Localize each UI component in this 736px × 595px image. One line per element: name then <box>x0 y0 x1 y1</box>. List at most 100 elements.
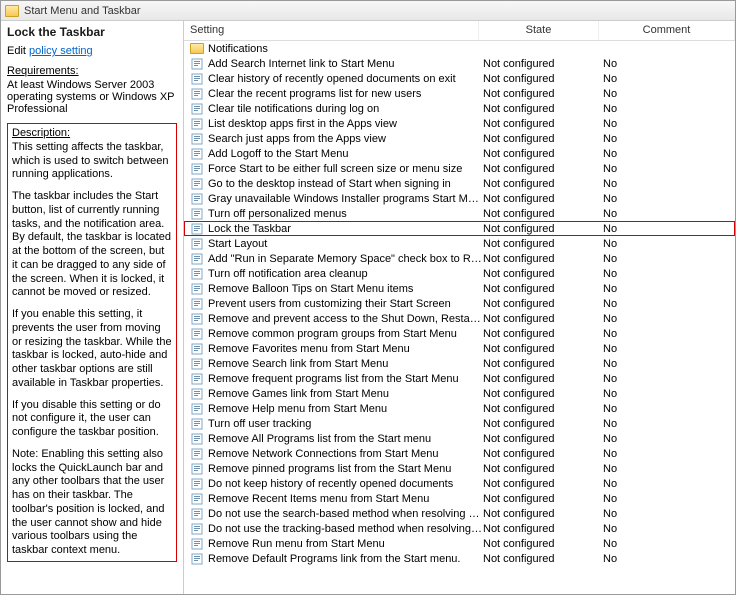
setting-state: Not configured <box>483 418 603 430</box>
policy-row[interactable]: Prevent users from customizing their Sta… <box>184 296 735 311</box>
setting-state: Not configured <box>483 208 603 220</box>
setting-state: Not configured <box>483 73 603 85</box>
col-state[interactable]: State <box>479 21 599 40</box>
policy-row[interactable]: Force Start to be either full screen siz… <box>184 161 735 176</box>
policy-row[interactable]: Remove Help menu from Start MenuNot conf… <box>184 401 735 416</box>
setting-comment: No <box>603 208 735 220</box>
policy-icon <box>190 193 204 205</box>
policy-icon <box>190 298 204 310</box>
policy-row[interactable]: Turn off personalized menusNot configure… <box>184 206 735 221</box>
policy-row[interactable]: List desktop apps first in the Apps view… <box>184 116 735 131</box>
setting-state: Not configured <box>483 88 603 100</box>
setting-state: Not configured <box>483 148 603 160</box>
setting-state: Not configured <box>483 358 603 370</box>
setting-state: Not configured <box>483 133 603 145</box>
setting-name: Remove pinned programs list from the Sta… <box>208 463 483 475</box>
policy-row[interactable]: Add "Run in Separate Memory Space" check… <box>184 251 735 266</box>
policy-icon <box>190 133 204 145</box>
desc-p2: The taskbar includes the Start button, l… <box>12 190 172 300</box>
setting-state: Not configured <box>483 193 603 205</box>
setting-comment: No <box>603 478 735 490</box>
setting-name: Remove and prevent access to the Shut Do… <box>208 313 483 325</box>
policy-icon <box>190 418 204 430</box>
setting-state: Not configured <box>483 103 603 115</box>
setting-name: Search just apps from the Apps view <box>208 133 483 145</box>
edit-policy-link[interactable]: policy setting <box>29 45 93 57</box>
setting-state: Not configured <box>483 268 603 280</box>
description-label: Description: <box>12 127 70 139</box>
policy-row[interactable]: Do not use the search-based method when … <box>184 506 735 521</box>
setting-comment: No <box>603 193 735 205</box>
policy-row[interactable]: Remove common program groups from Start … <box>184 326 735 341</box>
window-title: Start Menu and Taskbar <box>24 5 141 17</box>
setting-state: Not configured <box>483 343 603 355</box>
policy-row[interactable]: Remove Games link from Start MenuNot con… <box>184 386 735 401</box>
setting-state: Not configured <box>483 508 603 520</box>
policy-row[interactable]: Remove Recent Items menu from Start Menu… <box>184 491 735 506</box>
policy-icon <box>190 73 204 85</box>
setting-comment: No <box>603 223 735 235</box>
policy-row[interactable]: Add Search Internet link to Start MenuNo… <box>184 56 735 71</box>
setting-comment: No <box>603 328 735 340</box>
setting-name: Remove Favorites menu from Start Menu <box>208 343 483 355</box>
setting-comment: No <box>603 373 735 385</box>
policy-row[interactable]: Add Logoff to the Start MenuNot configur… <box>184 146 735 161</box>
policy-row[interactable]: Turn off notification area cleanupNot co… <box>184 266 735 281</box>
policy-row[interactable]: Do not use the tracking-based method whe… <box>184 521 735 536</box>
setting-comment: No <box>603 313 735 325</box>
desc-p1: This setting affects the taskbar, which … <box>12 141 169 181</box>
setting-name: Turn off user tracking <box>208 418 483 430</box>
policy-row[interactable]: Gray unavailable Windows Installer progr… <box>184 191 735 206</box>
setting-name: Clear tile notifications during log on <box>208 103 483 115</box>
policy-icon <box>190 328 204 340</box>
desc-p3: If you enable this setting, it prevents … <box>12 308 172 391</box>
setting-comment: No <box>603 388 735 400</box>
policy-row[interactable]: Do not keep history of recently opened d… <box>184 476 735 491</box>
setting-state: Not configured <box>483 553 603 565</box>
policy-icon <box>190 343 204 355</box>
policy-row[interactable]: Remove Network Connections from Start Me… <box>184 446 735 461</box>
setting-name: Remove Recent Items menu from Start Menu <box>208 493 483 505</box>
policy-row[interactable]: Lock the TaskbarNot configuredNo <box>184 221 735 236</box>
policy-row[interactable]: Clear tile notifications during log onNo… <box>184 101 735 116</box>
policy-row[interactable]: Remove Balloon Tips on Start Menu itemsN… <box>184 281 735 296</box>
policy-row[interactable]: Start LayoutNot configuredNo <box>184 236 735 251</box>
policy-row[interactable]: Remove Favorites menu from Start MenuNot… <box>184 341 735 356</box>
policy-icon <box>190 208 204 220</box>
policy-row[interactable]: Remove Search link from Start MenuNot co… <box>184 356 735 371</box>
setting-state: Not configured <box>483 478 603 490</box>
setting-name: Turn off personalized menus <box>208 208 483 220</box>
col-comment[interactable]: Comment <box>599 21 735 40</box>
setting-name: Remove Balloon Tips on Start Menu items <box>208 283 483 295</box>
setting-name: Clear history of recently opened documen… <box>208 73 483 85</box>
setting-name: Remove Help menu from Start Menu <box>208 403 483 415</box>
edit-line: Edit policy setting <box>7 45 177 57</box>
setting-state: Not configured <box>483 538 603 550</box>
policy-row[interactable]: Remove and prevent access to the Shut Do… <box>184 311 735 326</box>
folder-icon <box>5 5 19 17</box>
subfolder-row[interactable]: Notifications <box>184 41 735 56</box>
policy-row[interactable]: Remove All Programs list from the Start … <box>184 431 735 446</box>
setting-comment: No <box>603 238 735 250</box>
setting-comment: No <box>603 418 735 430</box>
policy-icon <box>190 118 204 130</box>
setting-name: Do not use the search-based method when … <box>208 508 483 520</box>
col-setting[interactable]: Setting <box>184 21 479 40</box>
policy-row[interactable]: Search just apps from the Apps viewNot c… <box>184 131 735 146</box>
setting-state: Not configured <box>483 388 603 400</box>
setting-state: Not configured <box>483 118 603 130</box>
policy-row[interactable]: Go to the desktop instead of Start when … <box>184 176 735 191</box>
requirements-label: Requirements: <box>7 65 177 77</box>
policy-row[interactable]: Clear the recent programs list for new u… <box>184 86 735 101</box>
policy-row[interactable]: Turn off user trackingNot configuredNo <box>184 416 735 431</box>
policy-row[interactable]: Remove frequent programs list from the S… <box>184 371 735 386</box>
policy-icon <box>190 283 204 295</box>
policy-row[interactable]: Remove Default Programs link from the St… <box>184 551 735 566</box>
policy-row[interactable]: Clear history of recently opened documen… <box>184 71 735 86</box>
policy-row[interactable]: Remove Run menu from Start MenuNot confi… <box>184 536 735 551</box>
setting-name: Start Layout <box>208 238 483 250</box>
setting-state: Not configured <box>483 223 603 235</box>
policy-icon <box>190 268 204 280</box>
policy-row[interactable]: Remove pinned programs list from the Sta… <box>184 461 735 476</box>
setting-state: Not configured <box>483 403 603 415</box>
